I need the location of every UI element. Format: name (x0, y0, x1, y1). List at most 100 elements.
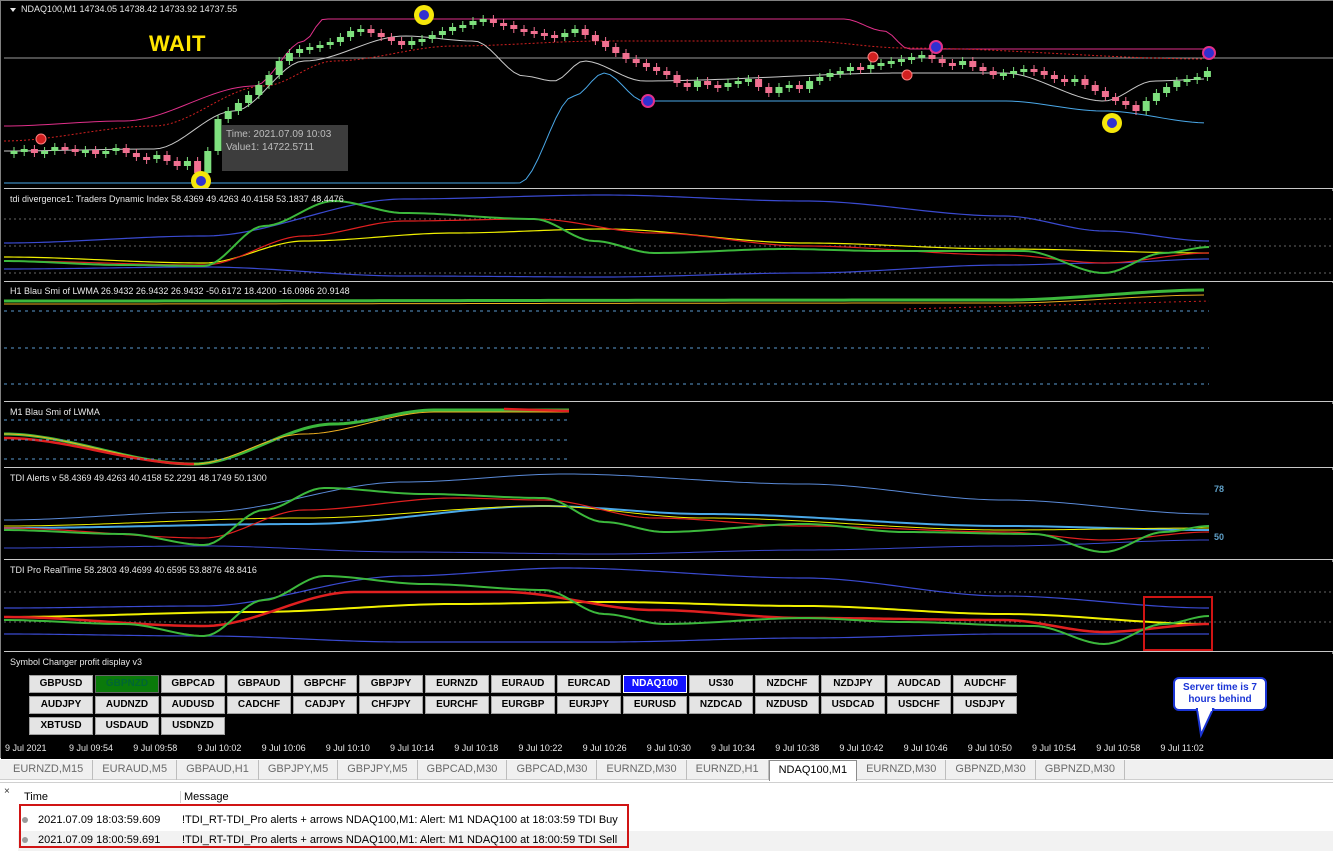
candle[interactable] (265, 75, 273, 85)
symbol-button-gbpchf[interactable]: GBPCHF (293, 675, 357, 693)
candle[interactable] (41, 151, 49, 154)
candle[interactable] (663, 71, 671, 75)
candle[interactable] (551, 35, 559, 38)
close-icon[interactable]: × (4, 786, 10, 797)
candle[interactable] (724, 83, 732, 87)
candle[interactable] (673, 75, 681, 83)
candle[interactable] (20, 149, 28, 152)
candle[interactable] (744, 79, 752, 82)
indicator-pane-tdi-alerts[interactable]: TDI Alerts v 58.4369 49.4263 40.4158 52.… (4, 470, 1333, 560)
candle[interactable] (51, 147, 59, 151)
indicator-pane-m1-blau[interactable]: M1 Blau Smi of LWMA (4, 404, 1333, 468)
symbol-button-usdchf[interactable]: USDCHF (887, 696, 951, 714)
chart-tab[interactable]: GBPCAD,M30 (418, 760, 508, 780)
candle[interactable] (1203, 71, 1211, 77)
candle[interactable] (163, 155, 171, 161)
symbol-button-nzdchf[interactable]: NZDCHF (755, 675, 819, 693)
candle[interactable] (867, 65, 875, 69)
candle[interactable] (704, 81, 712, 85)
symbol-button-usdjpy[interactable]: USDJPY (953, 696, 1017, 714)
candle[interactable] (602, 41, 610, 47)
symbol-button-usdaud[interactable]: USDAUD (95, 717, 159, 735)
candle[interactable] (765, 87, 773, 93)
symbol-button-nzdusd[interactable]: NZDUSD (755, 696, 819, 714)
candle[interactable] (377, 33, 385, 37)
symbol-button-gbpaud[interactable]: GBPAUD (227, 675, 291, 693)
symbol-button-chfjpy[interactable]: CHFJPY (359, 696, 423, 714)
candle[interactable] (1010, 71, 1018, 74)
candle[interactable] (1142, 101, 1150, 111)
symbol-button-gbpcad[interactable]: GBPCAD (161, 675, 225, 693)
symbol-button-euraud[interactable]: EURAUD (491, 675, 555, 693)
candle[interactable] (132, 153, 140, 157)
candle[interactable] (92, 150, 100, 154)
symbol-button-eurgbp[interactable]: EURGBP (491, 696, 555, 714)
symbol-button-eurjpy[interactable]: EURJPY (557, 696, 621, 714)
candle[interactable] (887, 61, 895, 64)
candle[interactable] (959, 61, 967, 65)
chart-tab[interactable]: EURNZD,M30 (597, 760, 687, 780)
column-time[interactable]: Time (24, 791, 48, 803)
symbol-button-ndaq100[interactable]: NDAQ100 (623, 675, 687, 693)
candle[interactable] (143, 157, 151, 160)
symbol-button-us30[interactable]: US30 (689, 675, 753, 693)
candle[interactable] (30, 149, 38, 153)
chart-tab[interactable]: EURNZD,M15 (4, 760, 94, 780)
candle[interactable] (806, 81, 814, 89)
candle[interactable] (234, 103, 242, 111)
candle[interactable] (296, 49, 304, 53)
candle[interactable] (81, 150, 89, 153)
candle[interactable] (642, 63, 650, 67)
symbol-button-audjpy[interactable]: AUDJPY (29, 696, 93, 714)
symbol-button-eurusd[interactable]: EURUSD (623, 696, 687, 714)
candle[interactable] (1193, 77, 1201, 80)
candle[interactable] (622, 53, 630, 59)
candle[interactable] (367, 29, 375, 33)
candle[interactable] (714, 85, 722, 88)
candle[interactable] (489, 19, 497, 23)
candle[interactable] (347, 31, 355, 37)
candle[interactable] (530, 31, 538, 34)
chart-tab[interactable]: GBPJPY,M5 (259, 760, 339, 780)
candle[interactable] (255, 85, 263, 95)
candle[interactable] (755, 79, 763, 87)
candle[interactable] (969, 61, 977, 67)
candle[interactable] (418, 39, 426, 42)
candle[interactable] (10, 151, 18, 154)
candle[interactable] (1101, 91, 1109, 97)
candle[interactable] (214, 119, 222, 151)
candle[interactable] (653, 67, 661, 71)
candle[interactable] (938, 59, 946, 63)
candle[interactable] (612, 47, 620, 53)
candle[interactable] (693, 81, 701, 87)
symbol-button-audchf[interactable]: AUDCHF (953, 675, 1017, 693)
candle[interactable] (245, 95, 253, 103)
candle[interactable] (928, 55, 936, 59)
candle[interactable] (510, 25, 518, 29)
candle[interactable] (183, 161, 191, 166)
candle[interactable] (1030, 69, 1038, 72)
candle[interactable] (1152, 93, 1160, 101)
symbol-changer-pane[interactable]: Symbol Changer profit display v3 GBPUSD G… (4, 654, 1333, 741)
candle[interactable] (571, 29, 579, 33)
chart-tab[interactable]: GBPJPY,M5 (338, 760, 418, 780)
candle[interactable] (316, 45, 324, 48)
candle[interactable] (1081, 79, 1089, 85)
candle[interactable] (102, 151, 110, 154)
chart-tab[interactable]: GBPCAD,M30 (507, 760, 598, 780)
candle[interactable] (1071, 79, 1079, 82)
candle[interactable] (1183, 79, 1191, 82)
symbol-button-audusd[interactable]: AUDUSD (161, 696, 225, 714)
candle[interactable] (336, 37, 344, 42)
candle[interactable] (683, 83, 691, 87)
candle[interactable] (459, 25, 467, 28)
candle[interactable] (561, 33, 569, 37)
symbol-button-eurnzd[interactable]: EURNZD (425, 675, 489, 693)
candle[interactable] (500, 23, 508, 26)
candle[interactable] (948, 63, 956, 66)
candle[interactable] (285, 53, 293, 61)
candle[interactable] (734, 81, 742, 84)
candle[interactable] (816, 77, 824, 81)
candle[interactable] (204, 151, 212, 173)
candle[interactable] (795, 85, 803, 89)
